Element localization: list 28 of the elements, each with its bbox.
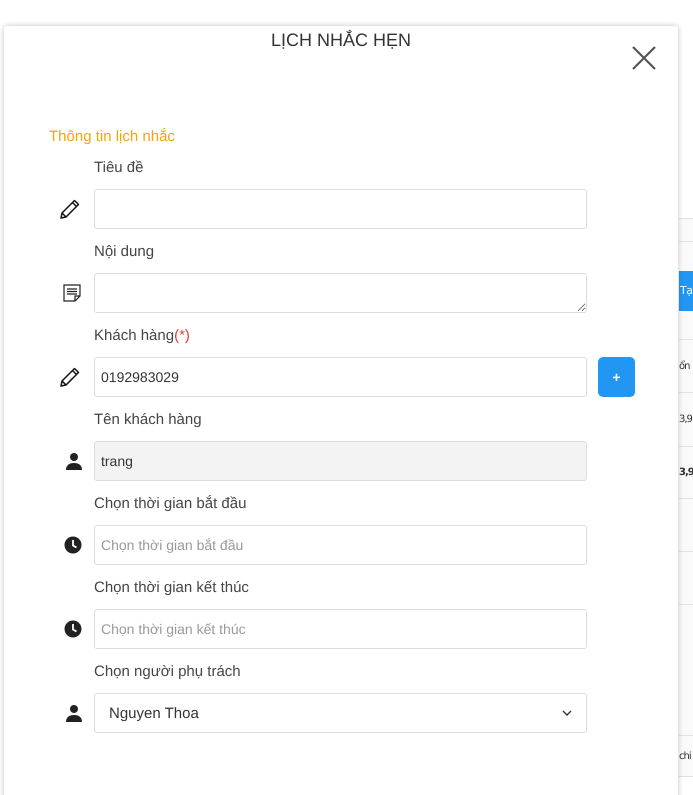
field-label: Chọn thời gian bắt đầu bbox=[94, 495, 248, 514]
person-icon bbox=[66, 452, 82, 470]
section-title: Thông tin lịch nhắc bbox=[49, 128, 176, 145]
field-label: Tiêu đề bbox=[94, 159, 144, 178]
input-field[interactable] bbox=[94, 189, 587, 229]
table-cell: 3,9 bbox=[679, 414, 692, 425]
field-label: Tên khách hàng bbox=[94, 411, 203, 430]
pencil-icon bbox=[58, 365, 82, 389]
close-icon[interactable] bbox=[632, 46, 656, 70]
field-label: Khách hàng(*) bbox=[94, 327, 191, 346]
field-label: Chọn người phụ trách bbox=[94, 663, 242, 682]
table-cell: ổn bbox=[679, 360, 690, 372]
input-field[interactable]: Chọn thời gian kết thúc bbox=[94, 609, 587, 649]
dialog-title: LỊCH NHẮC HẸN bbox=[270, 30, 412, 52]
table-cell: 3,9 bbox=[679, 467, 693, 478]
clock-icon bbox=[64, 536, 82, 554]
person-icon bbox=[66, 704, 82, 722]
input-field[interactable]: Chọn thời gian bắt đầu bbox=[94, 525, 587, 565]
input-field[interactable]: 0192983029 bbox=[94, 357, 587, 397]
clock-icon bbox=[64, 620, 82, 638]
field-label: Chọn thời gian kết thúc bbox=[94, 579, 250, 598]
select-field[interactable]: Nguyen Thoa bbox=[94, 693, 587, 733]
table-cell: chi bbox=[679, 750, 691, 762]
pencil-icon bbox=[58, 197, 82, 221]
field-label: Nội dung bbox=[94, 243, 156, 262]
chevron-down-icon bbox=[562, 710, 572, 716]
textarea-field[interactable] bbox=[94, 273, 587, 313]
note-icon bbox=[62, 283, 82, 303]
